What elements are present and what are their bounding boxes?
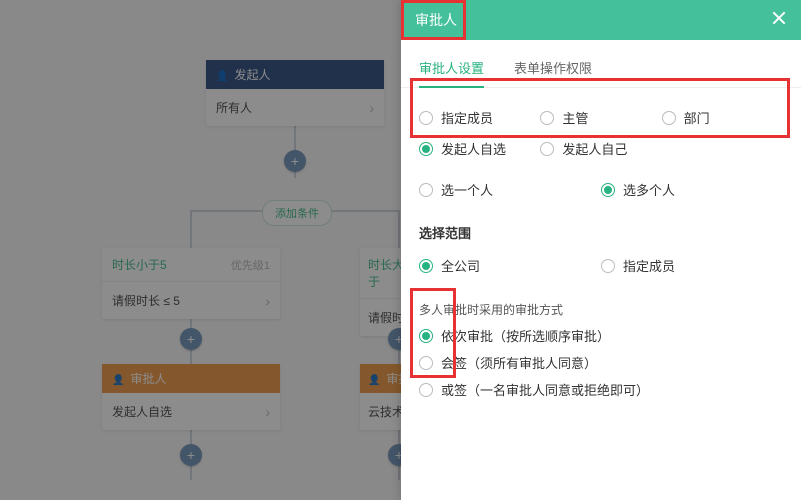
radio-supervisor[interactable]: 主管 <box>540 108 661 127</box>
panel-title: 审批人 <box>415 10 457 30</box>
radio-select-one[interactable]: 选一个人 <box>419 180 601 199</box>
method-label: 多人审批时采用的审批方式 <box>419 301 783 318</box>
close-icon[interactable] <box>769 8 789 28</box>
scope-options: 全公司 指定成员 <box>419 248 783 283</box>
radio-method-sequential[interactable]: 依次审批（按所选顺序审批） <box>419 326 783 345</box>
tab-approver-settings[interactable]: 审批人设置 <box>419 50 484 87</box>
approver-type-options: 指定成员 主管 部门 发起人自选 发起人自己 <box>419 108 783 158</box>
panel-header: 审批人 <box>401 0 801 40</box>
tab-form-permissions[interactable]: 表单操作权限 <box>514 50 592 87</box>
method-options: 依次审批（按所选顺序审批） 会签（须所有审批人同意） 或签（一名审批人同意或拒绝… <box>419 326 783 399</box>
radio-dept[interactable]: 部门 <box>662 108 783 127</box>
count-options: 选一个人 选多个人 <box>419 172 783 207</box>
radio-self-choose[interactable]: 发起人自选 <box>419 139 540 158</box>
scope-title: 选择范围 <box>419 223 783 242</box>
radio-member[interactable]: 指定成员 <box>419 108 540 127</box>
radio-scope-company[interactable]: 全公司 <box>419 256 601 275</box>
radio-self[interactable]: 发起人自己 <box>540 139 661 158</box>
approver-settings-panel: 审批人 审批人设置 表单操作权限 指定成员 主管 部门 发起人自选 发起人自己 … <box>401 0 801 500</box>
panel-tabs: 审批人设置 表单操作权限 <box>401 50 801 88</box>
radio-scope-members[interactable]: 指定成员 <box>601 256 783 275</box>
radio-select-many[interactable]: 选多个人 <box>601 180 783 199</box>
panel-body: 指定成员 主管 部门 发起人自选 发起人自己 选一个人 选多个人 选择范围 全公… <box>401 88 801 417</box>
radio-method-or[interactable]: 或签（一名审批人同意或拒绝即可） <box>419 380 783 399</box>
radio-method-and[interactable]: 会签（须所有审批人同意） <box>419 353 783 372</box>
